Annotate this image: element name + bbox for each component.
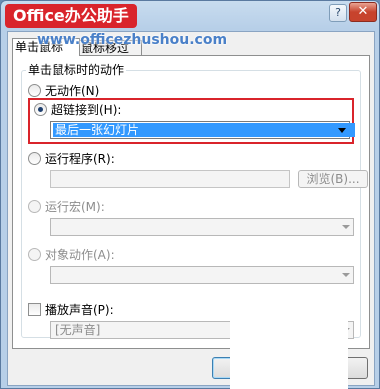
chevron-down-icon[interactable] xyxy=(338,128,346,133)
play-sound-checkbox-row[interactable]: 播放声音(P): xyxy=(28,302,114,318)
radio-object-action-circle[interactable] xyxy=(28,248,41,261)
program-path-field[interactable] xyxy=(50,170,290,188)
hyperlink-target-value: 最后一张幻灯片 xyxy=(53,123,355,137)
hyperlink-target-select[interactable]: 最后一张幻灯片 xyxy=(50,121,355,139)
radio-none-circle[interactable] xyxy=(28,84,41,97)
play-sound-checkbox[interactable] xyxy=(28,303,41,316)
radio-none-label: 无动作(N) xyxy=(45,84,100,98)
radio-hyperlink-label: 超链接到(H): xyxy=(51,103,122,117)
play-sound-label: 播放声音(P): xyxy=(45,303,114,317)
radio-run-program-circle[interactable] xyxy=(28,152,41,165)
radio-run-program-label: 运行程序(R): xyxy=(45,152,115,166)
radio-none[interactable]: 无动作(N) xyxy=(28,83,99,99)
browse-button[interactable]: 浏览(B)... xyxy=(298,170,368,188)
radio-run-macro-label: 运行宏(M): xyxy=(45,200,105,214)
title-bar: Office办公助手 ? ✕ xyxy=(1,1,379,31)
radio-hyperlink[interactable]: 超链接到(H): xyxy=(34,102,121,118)
help-button[interactable]: ? xyxy=(329,4,347,22)
close-button[interactable]: ✕ xyxy=(349,2,377,22)
group-title: 单击鼠标时的动作 xyxy=(26,62,127,78)
watermark-badge: Office办公助手 xyxy=(5,4,137,28)
white-occlusion-patch xyxy=(230,291,348,389)
sound-select-value: [无声音] xyxy=(55,323,101,337)
macro-select[interactable] xyxy=(50,218,354,236)
radio-run-macro[interactable]: 运行宏(M): xyxy=(28,199,105,215)
radio-run-program[interactable]: 运行程序(R): xyxy=(28,151,115,167)
radio-hyperlink-circle[interactable] xyxy=(34,103,47,116)
object-action-select[interactable] xyxy=(50,266,354,284)
watermark-url: www.officezhushou.com xyxy=(37,32,228,48)
chevron-down-icon[interactable] xyxy=(342,225,350,229)
chevron-down-icon[interactable] xyxy=(342,273,350,277)
radio-object-action-label: 对象动作(A): xyxy=(45,248,115,262)
radio-object-action[interactable]: 对象动作(A): xyxy=(28,247,115,263)
radio-run-macro-circle[interactable] xyxy=(28,200,41,213)
